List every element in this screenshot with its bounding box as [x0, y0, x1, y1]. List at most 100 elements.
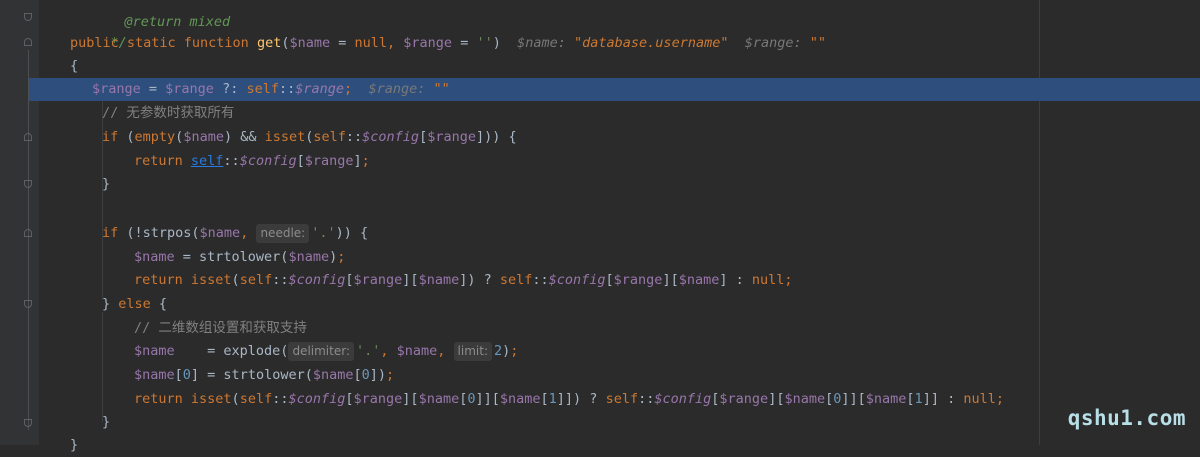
punctuation: [: [605, 272, 614, 288]
keyword: empty: [134, 129, 176, 145]
code-line[interactable]: if (!strpos($name, needle: '.')) {: [102, 222, 1200, 245]
keyword: if: [102, 129, 127, 145]
variable: $config: [548, 272, 606, 288]
punctuation: ;: [510, 343, 519, 359]
number: 1: [548, 391, 557, 407]
operator: ::: [638, 391, 655, 407]
editor-gutter[interactable]: [0, 0, 39, 445]
punctuation: ;: [344, 81, 353, 97]
keyword: isset: [190, 391, 232, 407]
variable: $name: [288, 249, 330, 265]
code-line[interactable]: return isset(self::$config[$range][$name…: [134, 269, 1200, 292]
watermark-logo: qshu1.com: [1067, 406, 1186, 430]
variable: $range: [165, 81, 214, 97]
inline-value-hint: $name:: [517, 35, 575, 51]
code-line[interactable]: }: [102, 411, 1200, 434]
variable: $range: [304, 153, 354, 169]
string: '.': [355, 343, 381, 359]
variable: $name: [134, 343, 175, 359]
code-editor[interactable]: @return mixed */ public static function …: [29, 0, 1200, 453]
variable: $config: [362, 129, 420, 145]
operator: ::: [278, 81, 296, 97]
keyword: isset: [264, 129, 306, 145]
variable: $name: [134, 367, 175, 383]
code-line[interactable]: public static function get($name = null,…: [70, 32, 1200, 55]
self-link[interactable]: self: [191, 153, 224, 169]
punctuation: ]][: [475, 391, 500, 407]
function-call: ] = strtolower(: [190, 367, 313, 383]
variable: $config: [239, 153, 297, 169]
keyword: self: [239, 272, 273, 288]
operator: ?:: [213, 81, 247, 97]
fold-start-icon[interactable]: [24, 229, 32, 237]
code-line[interactable]: $name[0] = strtolower($name[0]);: [134, 364, 1200, 387]
punctuation: )) {: [335, 225, 369, 241]
keyword: self: [239, 391, 273, 407]
operator: ::: [532, 272, 549, 288]
brace: }: [102, 176, 111, 192]
number: 0: [182, 367, 191, 383]
operator: =: [452, 35, 477, 51]
keyword: self: [246, 81, 279, 97]
punctuation: ]][: [841, 391, 866, 407]
punctuation: ): [329, 249, 338, 265]
variable: $name: [418, 391, 460, 407]
punctuation: ,: [387, 35, 404, 51]
punctuation: [: [174, 367, 183, 383]
code-line[interactable]: */: [78, 9, 1200, 51]
fold-start-icon[interactable]: [24, 133, 32, 141]
inline-value-hint: $range:: [368, 81, 434, 97]
code-line[interactable]: {: [70, 55, 1200, 78]
function-call: = explode(: [174, 343, 289, 359]
code-line[interactable]: if (empty($name) && isset(self::$config[…: [102, 126, 1200, 149]
fold-end-icon[interactable]: [24, 419, 32, 427]
code-line[interactable]: // 二维数组设置和获取支持: [134, 317, 1200, 340]
variable: $config: [288, 272, 346, 288]
code-line[interactable]: return self::$config[$range];: [134, 150, 1200, 173]
punctuation: ;: [784, 272, 793, 288]
variable: $name: [199, 225, 241, 241]
indent-guide: [102, 312, 103, 422]
brace: {: [150, 296, 168, 312]
code-line[interactable]: return isset(self::$config[$range][$name…: [134, 388, 1200, 411]
variable: $range: [92, 81, 141, 97]
operator: ::: [223, 153, 240, 169]
punctuation: ;: [386, 367, 395, 383]
string: '.': [311, 225, 336, 241]
variable: $name: [289, 35, 331, 51]
function-call: = strtolower(: [174, 249, 289, 265]
punctuation: [: [906, 391, 915, 407]
code-line[interactable]: $name = strtolower($name);: [134, 246, 1200, 269]
variable: $name: [134, 249, 175, 265]
punctuation: [: [825, 391, 834, 407]
keyword: return: [134, 153, 191, 169]
variable: $name: [499, 391, 541, 407]
punctuation: ,: [437, 343, 454, 359]
variable: $name: [183, 129, 224, 145]
line-comment: // 无参数时获取所有: [102, 105, 235, 121]
variable: $name: [418, 272, 460, 288]
code-line[interactable]: // 无参数时获取所有: [102, 102, 1200, 125]
fold-start-icon[interactable]: [24, 38, 32, 46]
operator: ::: [272, 272, 289, 288]
punctuation: ])) {: [475, 129, 517, 145]
punctuation: ]): [369, 367, 387, 383]
code-line[interactable]: }: [70, 434, 1200, 457]
keyword: public static function: [70, 35, 257, 51]
punctuation: [: [540, 391, 549, 407]
code-line[interactable]: } else {: [102, 293, 1200, 316]
fold-end-icon[interactable]: [24, 180, 32, 188]
current-line-highlight[interactable]: $range = $range ?: self::$range; $range:…: [29, 78, 1200, 101]
keyword: self: [313, 129, 346, 145]
variable: $name: [312, 367, 354, 383]
code-line[interactable]: $name = explode(delimiter: '.', $name, li…: [134, 340, 1200, 363]
variable: $range: [719, 391, 769, 407]
code-line[interactable]: }: [102, 173, 1200, 196]
punctuation: [: [345, 391, 354, 407]
punctuation: ;: [361, 153, 370, 169]
fold-end-icon[interactable]: [24, 13, 32, 21]
keyword: self: [605, 391, 639, 407]
punctuation: ][: [402, 272, 419, 288]
brace: }: [102, 296, 119, 312]
punctuation: [: [419, 129, 428, 145]
